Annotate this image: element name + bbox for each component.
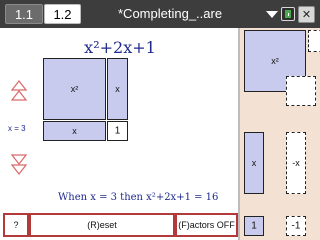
chevron-down-icon[interactable] [266,11,278,18]
x-tile-right[interactable]: x [107,58,128,120]
x-tile-bottom[interactable]: x [43,121,106,141]
decrease-arrow-icon[interactable] [11,153,27,175]
factors-toggle-button[interactable]: (F)actors OFF [175,213,238,237]
x-squared-label: x² [70,84,79,94]
x-value-label: x = 3 [8,124,26,133]
tab-1-1[interactable]: 1.1 [5,4,43,24]
result-text: When x = 3 then x²+2x+1 = 16 [58,192,219,203]
palette-one-label: 1 [251,220,257,232]
top-bar: 1.1 1.2 *Completing_..are ✕ [0,0,320,28]
palette-neg-one-label: -1 [291,220,301,232]
palette-x-tile[interactable]: x [244,132,264,194]
unit-tile[interactable]: 1 [107,121,128,141]
equation-title: x²+2x+1 [84,38,156,57]
tab-1-2[interactable]: 1.2 [44,4,81,24]
palette-neg-one-tile[interactable]: -1 [286,216,306,236]
battery-icon [281,7,295,21]
palette-x-squared-label: x² [271,56,279,66]
x-squared-tile[interactable]: x² [43,58,106,120]
unit-tile-label: 1 [114,125,121,137]
palette-neg-x-label: -x [292,158,300,168]
palette-x-label: x [251,158,257,168]
palette-neg-x-squared-slot[interactable] [286,76,316,106]
help-button[interactable]: ? [3,213,29,237]
palette-one-tile[interactable]: 1 [244,216,264,236]
close-icon[interactable]: ✕ [298,6,315,23]
increase-arrow-icon[interactable] [11,80,27,102]
palette-slot-empty [308,30,320,52]
palette-neg-x-tile[interactable]: -x [286,132,306,194]
x-tile-bottom-label: x [72,126,77,136]
reset-button[interactable]: (R)eset [29,213,175,237]
document-title: *Completing_..are [118,6,223,21]
x-tile-right-label: x [115,84,120,94]
tile-palette: x² x -x 1 -1 [240,28,320,240]
